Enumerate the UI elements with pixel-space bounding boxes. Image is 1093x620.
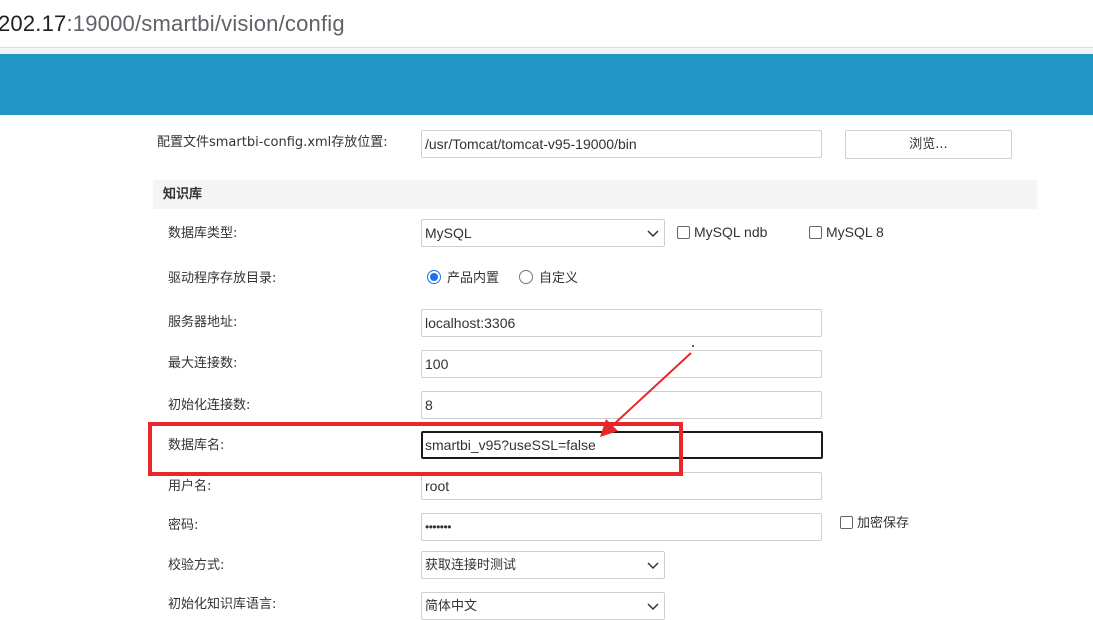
max-connections-label: 最大连接数: [168,356,238,371]
url-text[interactable]: 202.17:19000/smartbi/vision/config [0,9,345,39]
driver-custom-radio[interactable]: 自定义 [519,269,578,289]
mysql-8-checkbox[interactable]: MySQL 8 [809,222,884,243]
checkbox-icon [840,516,853,529]
mysql-8-label: MySQL 8 [826,224,884,240]
validation-method-label: 校验方式: [168,558,225,573]
config-file-label: 配置文件smartbi-config.xml存放位置: [157,135,388,150]
username-label: 用户名: [168,479,212,494]
validation-method-select[interactable]: 获取连接时测试 [421,551,665,579]
init-language-select[interactable]: 简体中文 [421,592,665,620]
encrypt-save-label: 加密保存 [857,516,910,531]
section-title: 知识库 [163,187,203,202]
mysql-ndb-label: MySQL ndb [694,224,768,240]
mysql-ndb-checkbox[interactable]: MySQL ndb [677,222,767,243]
radio-icon [519,270,533,284]
init-language-value: 简体中文 [425,598,478,613]
init-connections-label: 初始化连接数: [168,398,251,413]
driver-custom-label: 自定义 [539,271,579,286]
config-file-path-input[interactable]: /usr/Tomcat/tomcat-v95-19000/bin [421,130,822,158]
chevron-down-icon [647,230,659,238]
db-type-label: 数据库类型: [168,226,238,241]
init-language-label: 初始化知识库语言: [168,597,277,612]
chevron-down-icon [647,603,659,611]
max-connections-input[interactable]: 100 [421,350,822,378]
url-path: :19000/smartbi/vision/config [66,11,345,36]
knowledge-base-section-header: 知识库 [153,180,1037,209]
chevron-down-icon [647,562,659,570]
driver-builtin-radio[interactable]: 产品内置 [427,269,499,289]
radio-selected-icon [427,270,441,284]
db-type-select[interactable]: MySQL [421,219,665,247]
driver-builtin-label: 产品内置 [447,271,500,286]
init-connections-input[interactable]: 8 [421,391,822,419]
highlight-annotation-box [148,422,683,476]
password-input[interactable]: ••••••• [421,513,822,541]
url-host: 202.17 [0,11,67,36]
browser-address-bar[interactable]: 202.17:19000/smartbi/vision/config [0,0,1093,48]
validation-method-value: 获取连接时测试 [425,557,517,572]
password-label: 密码: [168,518,199,533]
checkbox-icon [809,226,822,239]
server-address-label: 服务器地址: [168,315,238,330]
server-address-input[interactable]: localhost:3306 [421,309,822,337]
driver-dir-label: 驱动程序存放目录: [168,271,277,286]
username-input[interactable]: root [421,472,822,500]
encrypt-save-checkbox[interactable]: 加密保存 [840,514,909,534]
db-type-value: MySQL [425,225,472,241]
browse-button[interactable]: 浏览... [845,130,1012,159]
app-header-bar [0,54,1093,115]
checkbox-icon [677,226,690,239]
